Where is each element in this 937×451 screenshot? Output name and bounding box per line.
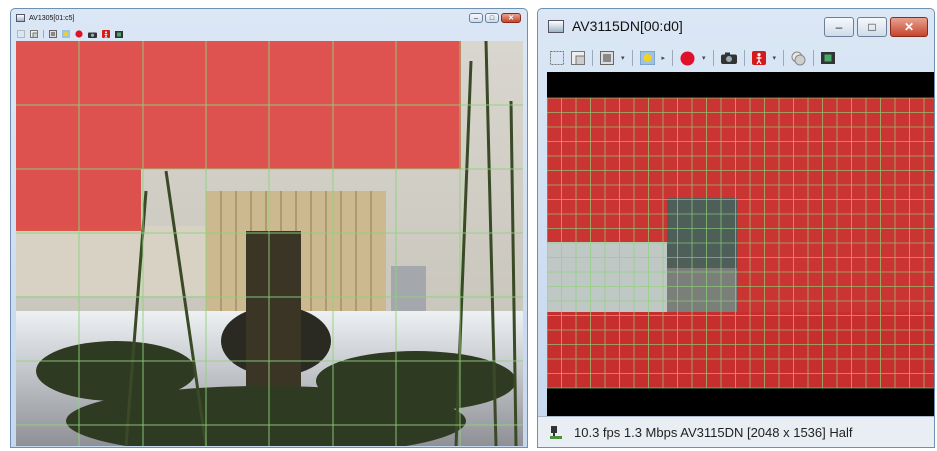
record-icon[interactable] — [680, 51, 695, 66]
wall — [16, 226, 216, 296]
record-icon[interactable] — [75, 30, 83, 38]
motion-mask-left — [547, 198, 667, 242]
close-button[interactable]: ✕ — [501, 13, 521, 23]
motion-mask-bottom — [547, 312, 737, 388]
camera-window-icon — [16, 14, 25, 22]
chevron-down-icon[interactable]: ▸ — [662, 54, 666, 62]
minimize-button[interactable]: – — [469, 13, 483, 23]
minimize-button[interactable]: – — [824, 17, 854, 37]
right-video-feed[interactable] — [547, 72, 934, 417]
chevron-down-icon[interactable]: ▾ — [773, 54, 777, 62]
right-title-bar[interactable]: AV3115DN[00:d0] – □ ✕ — [538, 9, 934, 43]
left-title-bar[interactable]: AV1305[01:c5] – □ ✕ — [11, 9, 527, 27]
right-window-title: AV3115DN[00:d0] — [572, 18, 683, 34]
snapshot-icon[interactable] — [88, 31, 97, 38]
status-bar: 10.3 fps 1.3 Mbps AV3115DN [2048 x 1536]… — [538, 416, 934, 447]
image-adjust-icon[interactable] — [62, 30, 70, 38]
motion-detect-icon[interactable] — [751, 51, 766, 65]
network-icon — [550, 425, 562, 439]
chevron-down-icon[interactable]: ▾ — [702, 54, 706, 62]
motion-detect-icon[interactable] — [102, 30, 110, 38]
film-icon[interactable] — [821, 52, 836, 64]
select-region-icon[interactable] — [550, 51, 564, 65]
display-mode-icon[interactable] — [49, 30, 57, 38]
right-camera-window[interactable]: AV3115DN[00:d0] – □ ✕ ▾ ▸ ▾ ▾ 10.3 fps 1… — [537, 8, 935, 448]
image-adjust-icon[interactable] — [639, 51, 655, 65]
maximize-button[interactable]: □ — [485, 13, 499, 23]
parking-area — [547, 242, 667, 312]
right-toolbar: ▾ ▸ ▾ ▾ — [538, 45, 934, 71]
film-icon[interactable] — [115, 30, 123, 38]
left-toolbar — [11, 27, 527, 41]
close-button[interactable]: ✕ — [890, 17, 928, 37]
display-mode-icon[interactable] — [600, 51, 614, 65]
maximize-button[interactable]: □ — [857, 17, 887, 37]
camera-window-icon — [548, 19, 564, 33]
left-window-title: AV1305[01:c5] — [29, 14, 75, 22]
window-layout-icon[interactable] — [30, 30, 38, 38]
select-region-icon[interactable] — [17, 30, 25, 38]
status-text: 10.3 fps 1.3 Mbps AV3115DN [2048 x 1536]… — [574, 424, 853, 440]
window-layout-icon[interactable] — [571, 51, 585, 65]
left-video-feed[interactable] — [16, 41, 523, 446]
motion-mask-right — [737, 198, 934, 388]
snapshot-icon[interactable] — [720, 52, 737, 64]
detection-grid — [547, 97, 934, 389]
left-camera-window[interactable]: AV1305[01:c5] – □ ✕ — [10, 8, 528, 448]
privacy-mask-icon[interactable] — [791, 51, 806, 66]
chevron-down-icon[interactable]: ▾ — [621, 54, 625, 62]
